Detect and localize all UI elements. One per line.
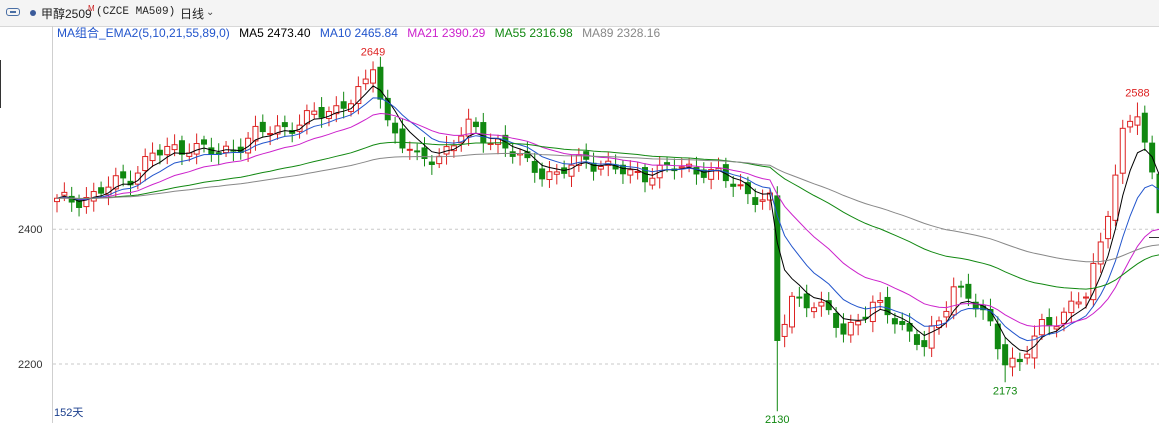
- candle-body: [1119, 127, 1126, 174]
- candlestick-chart[interactable]: 2200 2400 2649 2130 2173 2588: [0, 0, 1159, 423]
- extreme-label-2588: 2588: [1125, 87, 1149, 99]
- candle-body: [524, 151, 531, 159]
- candle-body: [1009, 357, 1016, 368]
- candle-body: [568, 164, 575, 177]
- extreme-label-2130: 2130: [765, 414, 789, 423]
- candle-body: [362, 78, 369, 85]
- candle-body: [899, 321, 906, 325]
- candle-body: [1002, 344, 1009, 366]
- candle-body: [318, 107, 325, 118]
- candle-body: [120, 171, 127, 179]
- candle-body: [847, 321, 854, 336]
- candle-body: [531, 161, 538, 173]
- candle-body: [539, 168, 546, 180]
- candle-body: [1046, 317, 1053, 326]
- candle-body: [98, 187, 105, 194]
- candle-body: [311, 110, 318, 115]
- candle-body: [267, 133, 274, 136]
- candle-body: [156, 149, 163, 156]
- candle-body: [171, 144, 178, 151]
- day-count: 152天: [54, 407, 84, 419]
- candle-body: [855, 320, 862, 326]
- candle-body: [414, 150, 421, 153]
- candle-body: [553, 171, 560, 175]
- candle-body: [891, 318, 898, 325]
- candle-body: [1024, 353, 1031, 359]
- candle-body: [399, 128, 406, 149]
- candle-body: [1134, 116, 1141, 126]
- candle-body: [259, 121, 266, 133]
- candle-body: [472, 121, 479, 128]
- candle-body: [406, 148, 413, 151]
- candle-body: [928, 325, 935, 349]
- candle-body: [142, 156, 149, 172]
- candle-body: [546, 171, 553, 181]
- candle-body: [61, 191, 68, 196]
- candle-body: [1053, 326, 1060, 330]
- ma-line-ma10: [56, 97, 1159, 342]
- candle-body: [1141, 112, 1148, 143]
- candle-body: [869, 301, 876, 323]
- candle-body: [965, 283, 972, 299]
- candle-body: [392, 122, 399, 134]
- candle-body: [811, 307, 818, 313]
- y-tick-label-2400: 2400: [18, 224, 42, 236]
- ma-line-ma21: [56, 112, 1159, 328]
- candle-body: [1060, 311, 1067, 324]
- extreme-label-2649: 2649: [361, 46, 385, 58]
- candle-body: [759, 199, 766, 202]
- candle-body: [281, 122, 288, 128]
- candle-body: [54, 197, 60, 203]
- candle-body: [1112, 174, 1119, 221]
- candle-body: [201, 139, 207, 145]
- candle-body: [178, 140, 185, 155]
- candle-body: [193, 143, 200, 155]
- candle-body: [634, 171, 641, 174]
- candle-body: [781, 323, 788, 337]
- candle-body: [1068, 300, 1075, 314]
- candle-body: [789, 295, 795, 328]
- candle-body: [436, 155, 443, 165]
- y-tick-label-2200: 2200: [18, 359, 42, 371]
- candle-body: [913, 334, 920, 345]
- candle-body: [840, 323, 847, 335]
- candle-body: [796, 296, 803, 299]
- candle-body: [1038, 319, 1045, 336]
- candle-body: [737, 184, 744, 187]
- candle-body: [1075, 301, 1082, 305]
- candle-body: [818, 301, 825, 307]
- candle-body: [480, 122, 487, 143]
- ma-line-ma5: [56, 85, 1159, 352]
- candle-body: [487, 142, 494, 145]
- candle-body: [1083, 296, 1089, 299]
- candle-body: [149, 152, 156, 162]
- candle-body: [958, 285, 965, 288]
- candle-body: [803, 293, 810, 309]
- candle-body: [1016, 358, 1023, 363]
- candle-body: [730, 183, 737, 187]
- candle-body: [1105, 215, 1112, 240]
- candle-body: [164, 145, 171, 156]
- candle-body: [943, 310, 950, 318]
- candle-body: [833, 312, 840, 328]
- candle-body: [877, 299, 884, 303]
- candle-body: [649, 177, 656, 186]
- candle-body: [90, 191, 97, 202]
- candle-body: [208, 147, 215, 155]
- candle-body: [340, 101, 347, 109]
- extreme-label-2173: 2173: [993, 385, 1017, 397]
- candle-body: [597, 166, 604, 170]
- candle-body: [1090, 262, 1097, 301]
- candle-body: [627, 169, 634, 176]
- candle-body: [509, 151, 516, 157]
- candle-body: [428, 161, 435, 165]
- candle-body: [377, 66, 384, 100]
- candle-body: [774, 195, 781, 341]
- candle-body: [370, 69, 377, 84]
- candle-body: [752, 197, 759, 205]
- candle-body: [678, 166, 685, 169]
- candle-body: [1127, 120, 1134, 128]
- candle-body: [921, 340, 928, 348]
